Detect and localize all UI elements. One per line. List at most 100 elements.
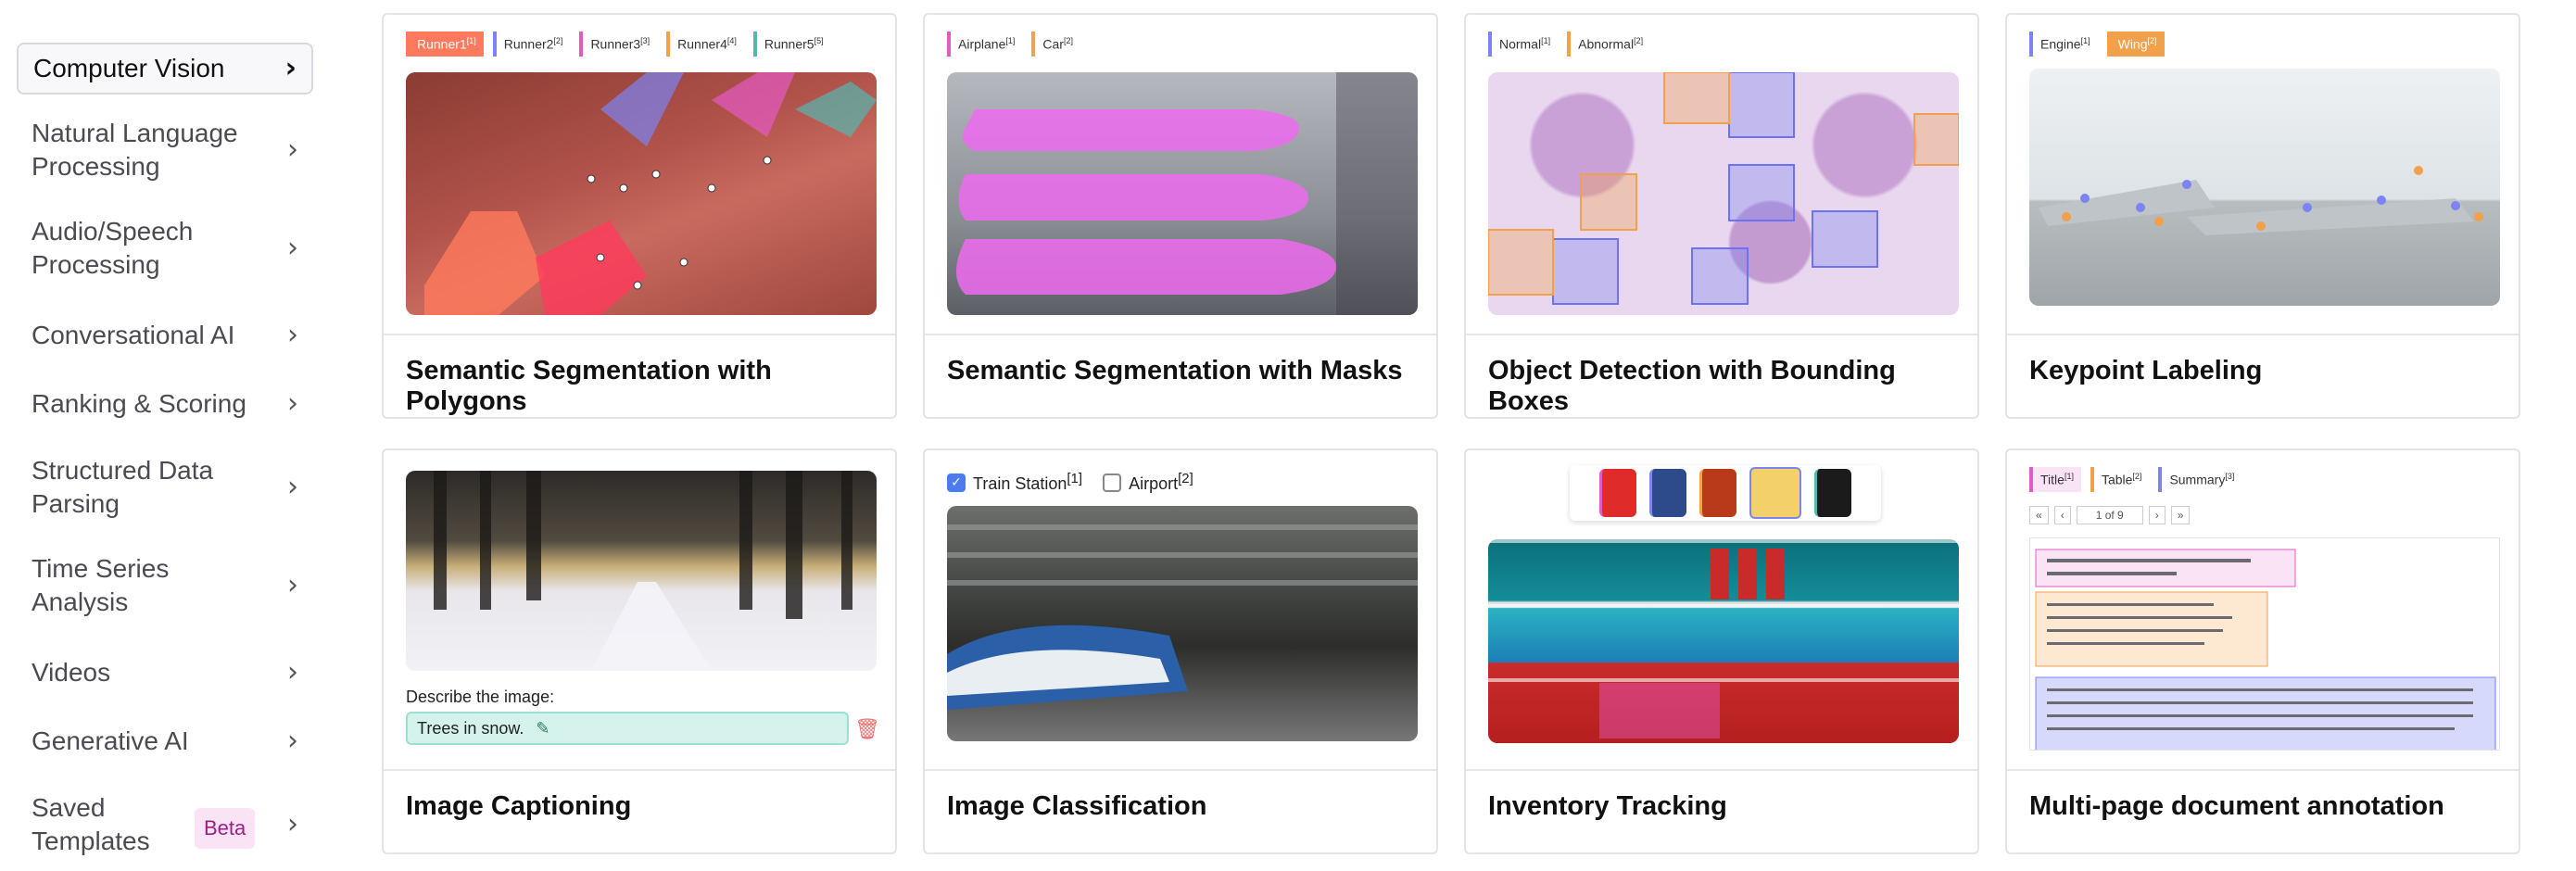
chevron-right-icon: › [287,133,298,166]
chip-engine[interactable]: Engine[1] [2029,32,2098,57]
snowy-forest-image [406,471,877,671]
page-indicator: 1 of 9 [2076,506,2143,524]
chip-runner1[interactable]: Runner1[1] [406,32,484,57]
card-preview: Title[1] Table[2] Summary[3] « ‹ 1 of 9 … [2007,450,2519,771]
document-page [2029,537,2500,751]
chip-runner2[interactable]: Runner2[2] [492,32,571,57]
sidebar-item-structured-data[interactable]: Structured Data Parsing › [17,454,313,521]
label-chips: Title[1] Table[2] Summary[3] [2029,467,2242,492]
category-sidebar: Computer Vision › Natural Language Proce… [17,43,313,855]
first-page-button[interactable]: « [2029,506,2049,524]
checkbox-checked-icon[interactable]: ✓ [947,473,966,492]
document-overlay [2035,549,2496,750]
polygon-overlay [424,72,877,315]
caption-prompt: Describe the image: [406,688,555,706]
template-card-inventory-tracking[interactable]: Inventory Tracking [1464,448,1979,854]
label-chips: Normal[1] Abnormal[2] [1488,32,1651,57]
chip-normal[interactable]: Normal[1] [1488,32,1559,57]
template-card-masks[interactable]: Airplane[1] Car[2] Semantic Segmentation… [923,13,1438,419]
option-airport[interactable]: Airport[2] [1103,471,1193,494]
chip-car[interactable]: Car[2] [1031,32,1080,57]
card-title: Semantic Segmentation with Masks [947,356,1403,385]
card-title: Semantic Segmentation with Polygons [406,356,772,416]
thumb-beer[interactable] [1749,467,1801,519]
train-station-image [947,506,1418,741]
trash-icon[interactable]: 🗑 [854,717,880,741]
airplanes-image [947,72,1418,315]
chevron-right-icon: › [287,387,298,420]
chevron-right-icon: › [287,319,298,351]
airplanes-keypoints-image [2029,69,2500,306]
card-preview: ✓ Train Station[1] Airport[2] [925,450,1436,771]
chevron-right-icon: › [287,808,298,840]
sidebar-item-nlp[interactable]: Natural Language Processing › [17,117,313,183]
card-title: Image Classification [947,791,1207,821]
mask-overlay [956,72,1418,315]
sidebar-item-label: Computer Vision [33,54,225,82]
class-options: ✓ Train Station[1] Airport[2] [947,471,1193,494]
last-page-button[interactable]: » [2170,506,2191,524]
sidebar-item-computer-vision[interactable]: Computer Vision › [17,43,313,95]
template-card-polygons[interactable]: Runner1[1] Runner2[2] Runner3[3] Runner4… [382,13,897,419]
sidebar-item-saved-templates[interactable]: Saved Templates Beta › [17,791,313,858]
template-card-keypoints[interactable]: Engine[1] Wing[2] Keypoint Labeling [2005,13,2520,419]
sidebar-item-label: Natural Language Processing [32,119,238,181]
thumb-monster[interactable] [1814,469,1851,517]
label-chips: Airplane[1] Car[2] [947,32,1080,57]
label-chips: Runner1[1] Runner2[2] Runner3[3] Runner4… [406,32,831,57]
chip-runner3[interactable]: Runner3[3] [579,32,658,57]
thumb-red-bull[interactable] [1649,469,1686,517]
sidebar-item-label: Conversational AI [32,321,235,349]
sidebar-item-label: Time Series Analysis [32,554,170,616]
chip-abnormal[interactable]: Abnormal[2] [1567,32,1651,57]
chevron-right-icon: › [287,656,298,688]
sidebar-item-ranking[interactable]: Ranking & Scoring › [17,385,313,423]
card-preview: Airplane[1] Car[2] [925,15,1436,335]
train-overlay [947,524,1418,710]
thumb-coca-cola[interactable] [1599,469,1636,517]
chevron-right-icon: › [284,52,297,84]
card-title: Inventory Tracking [1488,791,1727,821]
label-chips: Engine[1] Wing[2] [2029,32,2165,57]
chip-wing[interactable]: Wing[2] [2106,32,2165,57]
card-preview: Engine[1] Wing[2] [2007,15,2519,335]
card-title: Multi-page document annotation [2029,791,2444,821]
sidebar-item-label: Structured Data Parsing [32,456,214,518]
sidebar-item-generative-ai[interactable]: Generative AI › [17,723,313,760]
thumb-energy-can[interactable] [1699,469,1736,517]
caption-input[interactable]: Trees in snow. ✎ [406,712,849,745]
chip-title[interactable]: Title[1] [2029,467,2081,492]
card-title: Keypoint Labeling [2029,356,2263,385]
chip-runner5[interactable]: Runner5[5] [752,32,831,57]
card-title: Object Detection with Bounding Boxes [1488,356,1896,416]
sidebar-item-label: Generative AI [32,726,189,755]
chip-airplane[interactable]: Airplane[1] [947,32,1023,57]
option-train-station[interactable]: ✓ Train Station[1] [947,471,1082,494]
sidebar-item-conversational[interactable]: Conversational AI › [17,317,313,354]
pencil-icon[interactable]: ✎ [536,719,549,738]
card-preview [1466,450,1977,771]
template-card-document-annotation[interactable]: Title[1] Table[2] Summary[3] « ‹ 1 of 9 … [2005,448,2520,854]
template-card-image-classification[interactable]: ✓ Train Station[1] Airport[2] Image Clas… [923,448,1438,854]
template-card-image-captioning[interactable]: Describe the image: Trees in snow. ✎ 🗑 I… [382,448,897,854]
chip-runner4[interactable]: Runner4[4] [666,32,744,57]
card-preview: Normal[1] Abnormal[2] [1466,15,1977,335]
sidebar-item-label: Videos [32,658,111,687]
next-page-button[interactable]: › [2148,506,2166,524]
chevron-right-icon: › [287,569,298,601]
card-preview: Describe the image: Trees in snow. ✎ 🗑 [384,450,895,771]
shelf-image [1488,539,1959,743]
chevron-right-icon: › [287,232,298,264]
sidebar-item-audio[interactable]: Audio/Speech Processing › [17,215,313,282]
chip-summary[interactable]: Summary[3] [2158,467,2242,492]
template-card-bounding-boxes[interactable]: Normal[1] Abnormal[2] Object Detection w… [1464,13,1979,419]
sidebar-item-label: Audio/Speech Processing [32,217,194,279]
card-preview: Runner1[1] Runner2[2] Runner3[3] Runner4… [384,15,895,335]
chevron-right-icon: › [287,471,298,503]
sidebar-item-videos[interactable]: Videos › [17,654,313,691]
trees-overlay [434,471,852,671]
chip-table[interactable]: Table[2] [2090,467,2150,492]
sidebar-item-time-series[interactable]: Time Series Analysis › [17,552,313,619]
checkbox-unchecked-icon[interactable] [1103,473,1122,492]
prev-page-button[interactable]: ‹ [2053,506,2071,524]
